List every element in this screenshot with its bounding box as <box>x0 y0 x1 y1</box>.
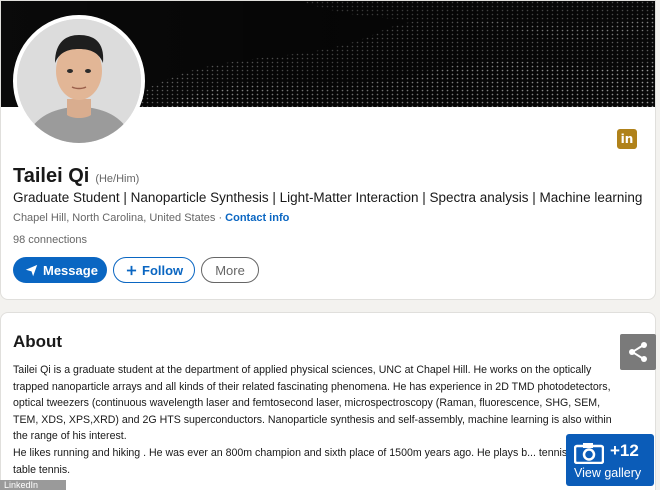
paper-plane-icon <box>25 264 38 277</box>
location-separator: · <box>218 212 223 224</box>
profile-headline: Graduate Student | Nanoparticle Synthesi… <box>13 190 643 205</box>
follow-button[interactable]: Follow <box>113 257 195 283</box>
share-button[interactable] <box>620 334 656 370</box>
plus-icon <box>126 265 137 276</box>
about-text: Tailei Qi is a graduate student at the d… <box>13 362 613 478</box>
profile-avatar[interactable] <box>13 15 145 147</box>
profile-card: in Tailei Qi (He/Him) Graduate Student |… <box>0 0 656 300</box>
profile-location: Chapel Hill, North Carolina, United Stat… <box>13 212 216 224</box>
gallery-label: View gallery <box>574 466 642 480</box>
more-button-label: More <box>215 262 245 278</box>
gallery-count: +12 <box>610 441 639 460</box>
camera-icon <box>573 442 605 469</box>
profile-actions: Message Follow More <box>13 257 259 283</box>
name-row: Tailei Qi (He/Him) <box>13 165 139 188</box>
about-section: About Tailei Qi is a graduate student at… <box>0 312 656 490</box>
share-icon <box>629 342 647 362</box>
about-paragraph: He likes running and hiking . He was eve… <box>13 446 588 476</box>
about-paragraph: Tailei Qi is a graduate student at the d… <box>13 364 612 443</box>
view-gallery-button[interactable]: +12 View gallery <box>566 434 654 486</box>
connections-count[interactable]: 98 connections <box>13 234 87 246</box>
more-button[interactable]: More <box>201 257 259 283</box>
profile-pronouns: (He/Him) <box>95 173 140 185</box>
linkedin-watermark: LinkedIn <box>0 480 66 490</box>
avatar-photo <box>17 19 141 143</box>
message-button[interactable]: Message <box>13 257 107 283</box>
about-title: About <box>13 332 63 351</box>
profile-name: Tailei Qi <box>13 165 90 187</box>
message-button-label: Message <box>43 262 98 278</box>
location-row: Chapel Hill, North Carolina, United Stat… <box>13 212 289 224</box>
linkedin-badge-icon[interactable]: in <box>617 129 637 149</box>
follow-button-label: Follow <box>142 262 184 278</box>
contact-info-link[interactable]: Contact info <box>225 212 289 224</box>
